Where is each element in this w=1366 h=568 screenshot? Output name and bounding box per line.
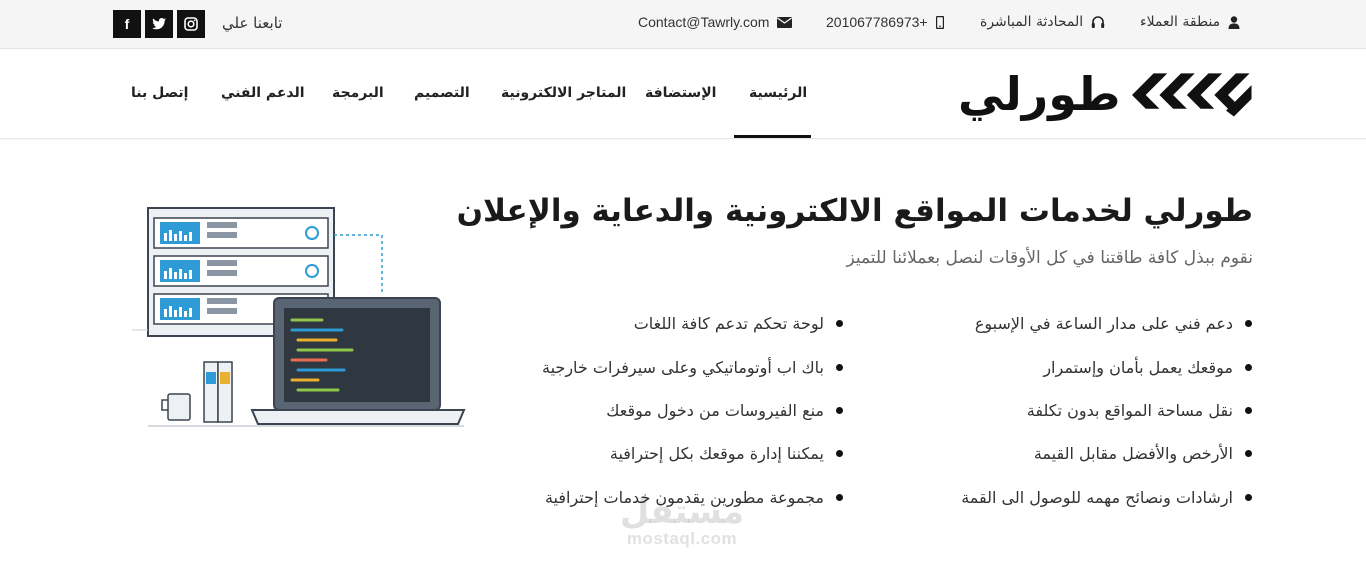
feature-item: باك اب أوتوماتيكي وعلى سيرفرات خارجية <box>542 358 843 377</box>
phone-text: 201067786973+ <box>826 14 928 30</box>
clients-area-link[interactable]: منطقة العملاء <box>1140 14 1240 30</box>
nav-item-ecommerce[interactable]: المتاجر الالكترونية <box>501 85 626 101</box>
hero-subtitle: نقوم ببذل كافة طاقتنا في كل الأوقات لنصل… <box>846 248 1253 268</box>
brand-name: طورلي <box>958 67 1121 121</box>
top-bar: f تابعنا علي Contact@Tawrly.com 20106778… <box>0 0 1366 49</box>
mobile-phone-icon <box>935 15 944 29</box>
instagram-icon[interactable] <box>177 10 205 38</box>
feature-item: نقل مساحة المواقع بدون تكلفة <box>1027 401 1252 420</box>
facebook-icon[interactable]: f <box>113 10 141 38</box>
feature-item: مجموعة مطورين يقدمون خدمات إحترافية <box>545 488 843 507</box>
feature-text: مجموعة مطورين يقدمون خدمات إحترافية <box>544 488 824 507</box>
clients-area-text: منطقة العملاء <box>1140 14 1221 30</box>
social-links: f <box>113 10 205 38</box>
feature-text: موقعك يعمل بأمان وإستمرار <box>1043 358 1233 377</box>
main-navbar: طورلي الرئيسية الإستضافة المتاجر الالكتر… <box>0 49 1366 139</box>
feature-text: باك اب أوتوماتيكي وعلى سيرفرات خارجية <box>542 358 824 377</box>
contact-phone[interactable]: 201067786973+ <box>826 14 944 30</box>
feature-item: الأرخص والأفضل مقابل القيمة <box>1034 444 1252 463</box>
feature-item: منع الفيروسات من دخول موقعك <box>606 401 843 420</box>
envelope-icon <box>777 16 793 28</box>
bullet-icon <box>836 364 843 371</box>
feature-text: منع الفيروسات من دخول موقعك <box>606 401 824 420</box>
email-text: Contact@Tawrly.com <box>638 14 770 30</box>
nav-active-indicator <box>734 135 811 138</box>
hero-title: طورلي لخدمات المواقع الالكترونية والدعاي… <box>456 193 1253 229</box>
feature-item: لوحة تحكم تدعم كافة اللغات <box>634 314 843 333</box>
feature-text: نقل مساحة المواقع بدون تكلفة <box>1026 401 1233 420</box>
bullet-icon <box>1245 494 1252 501</box>
feature-item: يمكننا إدارة موقعك بكل إحترافية <box>610 444 843 463</box>
feature-text: ارشادات ونصائح مهمه للوصول الى القمة <box>961 488 1233 507</box>
headset-icon <box>1091 15 1105 28</box>
nav-item-support[interactable]: الدعم الفني <box>221 85 305 101</box>
follow-us-label: تابعنا علي <box>222 14 283 32</box>
live-chat-text: المحادثة المباشرة <box>980 14 1084 30</box>
feature-text: دعم فني على مدار الساعة في الإسبوع <box>974 314 1233 333</box>
nav-item-home[interactable]: الرئيسية <box>749 85 807 101</box>
live-chat-link[interactable]: المحادثة المباشرة <box>980 14 1105 30</box>
user-icon <box>1228 15 1240 29</box>
feature-text: الأرخص والأفضل مقابل القيمة <box>1033 444 1233 463</box>
bullet-icon <box>836 494 843 501</box>
twitter-icon[interactable] <box>145 10 173 38</box>
contact-email[interactable]: Contact@Tawrly.com <box>638 14 793 30</box>
watermark-latin: mostaql.com <box>626 529 738 548</box>
nav-item-programming[interactable]: البرمجة <box>332 85 384 101</box>
feature-item: دعم فني على مدار الساعة في الإسبوع <box>975 314 1252 333</box>
bullet-icon <box>836 450 843 457</box>
bullet-icon <box>1245 450 1252 457</box>
brand-mark-icon <box>1132 73 1252 117</box>
brand-logo[interactable]: طورلي <box>958 65 1252 123</box>
feature-text: لوحة تحكم تدعم كافة اللغات <box>633 314 824 333</box>
nav-item-design[interactable]: التصميم <box>414 85 470 101</box>
feature-text: يمكننا إدارة موقعك بكل إحترافية <box>609 444 824 463</box>
bullet-icon <box>1245 407 1252 414</box>
feature-item: موقعك يعمل بأمان وإستمرار <box>1043 358 1252 377</box>
bullet-icon <box>1245 364 1252 371</box>
server-laptop-illustration <box>132 207 466 427</box>
nav-item-hosting[interactable]: الإستضافة <box>645 85 716 101</box>
bullet-icon <box>836 320 843 327</box>
bullet-icon <box>836 407 843 414</box>
bullet-icon <box>1245 320 1252 327</box>
feature-item: ارشادات ونصائح مهمه للوصول الى القمة <box>961 488 1252 507</box>
nav-item-contact[interactable]: إتصل بنا <box>131 85 188 101</box>
